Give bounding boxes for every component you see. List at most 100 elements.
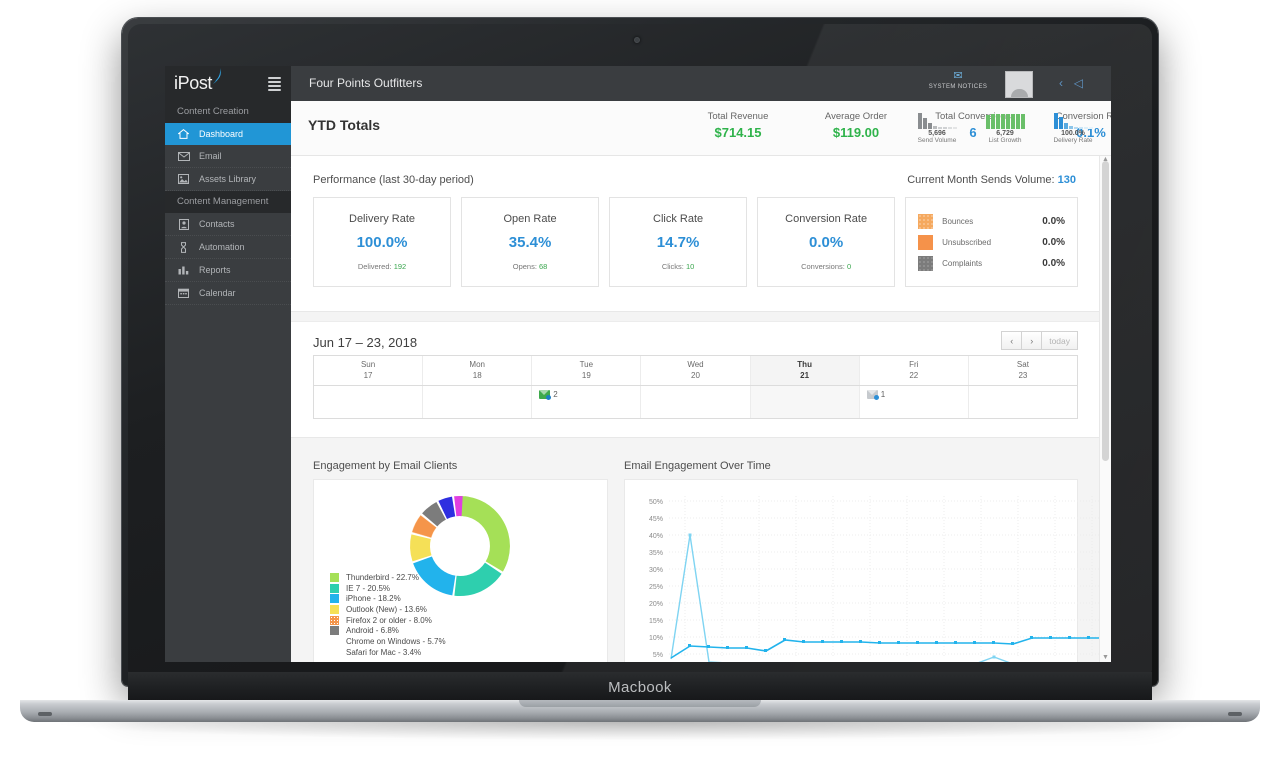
- calendar-event-count: 1: [880, 390, 886, 399]
- sidebar-item-calendar[interactable]: Calendar: [165, 282, 291, 305]
- charts-section: Engagement by Email Clients Thunderbird …: [291, 446, 1111, 662]
- stat-card-delivery-rate: Delivery Rate 100.0% Delivered: 192: [313, 197, 452, 287]
- calendar-day-number: 18: [472, 371, 482, 380]
- line-chart-title: Email Engagement Over Time: [624, 460, 771, 472]
- calendar-panel: Jun 17 – 23, 2018 ‹ › today Sun 17 Mon 18 …: [291, 321, 1100, 438]
- automation-icon: [177, 241, 190, 253]
- stat-sub-label: Opens:: [512, 262, 537, 271]
- email-event-icon: [539, 390, 552, 400]
- stat-sub-label: Delivered:: [357, 262, 392, 271]
- sidebar-item-reports[interactable]: Reports: [165, 259, 291, 282]
- calendar-body-row: 2 1: [314, 386, 1077, 418]
- calendar-cell-today[interactable]: [750, 386, 860, 418]
- y-tick-label: 45%: [649, 516, 663, 523]
- image-icon: [177, 174, 190, 184]
- avatar[interactable]: [1005, 71, 1033, 98]
- y-tick-label: 25%: [649, 584, 663, 591]
- legend-label: Android - 6.8%: [346, 626, 399, 636]
- legend-label: Firefox 2 or older - 8.0%: [346, 615, 432, 625]
- calendar-cell[interactable]: 2: [532, 386, 642, 418]
- nav-collapse-icon[interactable]: ◁: [1074, 76, 1083, 90]
- sparkline-label: List Growth: [988, 137, 1022, 144]
- performance-title: Performance (last 30-day period): [313, 174, 474, 186]
- complaints-swatch-icon: [918, 255, 934, 271]
- sidebar-item-label: Assets Library: [199, 174, 257, 184]
- app-logo-text: iPost: [174, 73, 213, 93]
- calendar-cell[interactable]: [969, 386, 1077, 418]
- calendar-cell[interactable]: [314, 386, 424, 418]
- stat-name: Delivery Rate: [349, 213, 416, 225]
- calendar-today-button[interactable]: today: [1041, 331, 1078, 350]
- system-notices-button[interactable]: ✉ SYSTEM NOTICES: [925, 70, 991, 90]
- bounces-swatch-icon: [918, 213, 934, 229]
- negative-row-bounces: Bounces 0.0%: [918, 211, 1065, 232]
- sparkline-label: Send Volume: [917, 137, 957, 144]
- scrollbar-thumb[interactable]: [1102, 161, 1109, 461]
- y-tick-label: 35%: [649, 550, 663, 557]
- calendar-event[interactable]: 2: [539, 390, 640, 400]
- stat-name: Open Rate: [503, 213, 557, 225]
- vertical-scrollbar[interactable]: ▲ ▼: [1099, 156, 1111, 662]
- calendar-cell[interactable]: [641, 386, 751, 418]
- laptop-foot-left: [38, 712, 52, 716]
- legend-label: IE 7 - 20.5%: [346, 583, 391, 593]
- sidebar-item-assets-library[interactable]: Assets Library: [165, 168, 291, 191]
- sparkline-bars: [1045, 109, 1101, 129]
- pie-chart-title: Engagement by Email Clients: [313, 460, 458, 472]
- pie-chart-panel: Thunderbird - 22.7% IE 7 - 20.5% iPhone …: [313, 479, 608, 662]
- stat-name: Conversion Rate: [785, 213, 868, 225]
- sparkline-value: 6,729: [996, 130, 1014, 137]
- calendar-day-header: Fri 22: [860, 356, 969, 385]
- stat-sub-value: 192: [393, 262, 407, 271]
- laptop-bottom-bezel: Macbook: [128, 672, 1152, 702]
- calendar-event[interactable]: 1: [866, 390, 968, 400]
- line-chart-svg: 50% 45% 40% 35% 30% 25% 20% 15% 10% 5%: [649, 496, 1111, 662]
- device-label: Macbook: [608, 678, 672, 696]
- sidebar-item-label: Reports: [199, 265, 231, 275]
- calendar-range-title: Jun 17 – 23, 2018: [313, 335, 418, 350]
- scroll-region: Performance (last 30-day period) Current…: [291, 156, 1111, 662]
- calendar-event-count: 2: [553, 390, 558, 399]
- calendar-day-name: Thu: [797, 360, 812, 369]
- calendar-cell[interactable]: 1: [860, 386, 969, 418]
- calendar-day-name: Sun: [360, 360, 376, 369]
- sidebar-item-dashboard[interactable]: Dashboard: [165, 123, 291, 145]
- sidebar-item-contacts[interactable]: Contacts: [165, 213, 291, 236]
- stat-card-row: Delivery Rate 100.0% Delivered: 192 Open…: [313, 197, 1079, 287]
- sidebar-item-email[interactable]: Email: [165, 145, 291, 168]
- kpi-value: $119.00: [832, 125, 880, 140]
- calendar-cell[interactable]: [423, 386, 533, 418]
- scroll-down-arrow-icon[interactable]: ▼: [1101, 654, 1110, 661]
- negative-value: 0.0%: [1042, 215, 1066, 227]
- sidebar-item-label: Contacts: [199, 219, 235, 229]
- top-bar-right: Four Points Outfitters ✉ SYSTEM NOTICES …: [291, 66, 1111, 101]
- calendar-day-header: Mon 18: [423, 356, 533, 385]
- app-screen: Four Points Outfitters ✉ SYSTEM NOTICES …: [165, 66, 1111, 662]
- hamburger-menu-icon[interactable]: [268, 77, 281, 91]
- stat-card-open-rate: Open Rate 35.4% Opens: 68: [461, 197, 600, 287]
- logo-block[interactable]: iPost: [165, 66, 291, 101]
- sidebar-item-label: Automation: [199, 242, 245, 252]
- calendar-day-name: Sat: [1016, 360, 1029, 369]
- nav-prev-icon[interactable]: ‹: [1059, 76, 1063, 90]
- bar-chart-icon: [177, 265, 190, 275]
- legend-swatch-icon: [330, 583, 339, 593]
- stat-sub-value: 0: [846, 262, 852, 271]
- negative-row-complaints: Complaints 0.0%: [918, 253, 1065, 274]
- calendar-day-name: Wed: [687, 360, 704, 369]
- legend-swatch-icon: [330, 615, 339, 625]
- negative-label: Unsubscribed: [942, 237, 992, 247]
- calendar-day-number: 19: [581, 371, 591, 380]
- legend-swatch-icon: [330, 626, 339, 636]
- sidebar-item-label: Calendar: [199, 288, 236, 298]
- calendar-next-button[interactable]: ›: [1021, 331, 1043, 350]
- system-notices-label: SYSTEM NOTICES: [928, 84, 988, 90]
- stat-value: 0.0%: [809, 234, 844, 251]
- stat-sub-value: 10: [686, 262, 695, 271]
- sparkline-delivery-rate: 100.0% Delivery Rate: [1045, 109, 1101, 144]
- main-content: YTD Totals Total Revenue $714.15 Average…: [291, 101, 1111, 662]
- stat-sub: Clicks: 10: [662, 262, 695, 271]
- calendar-prev-button[interactable]: ‹: [1001, 331, 1023, 350]
- calendar-day-number: 21: [800, 371, 810, 380]
- sidebar-item-automation[interactable]: Automation: [165, 236, 291, 259]
